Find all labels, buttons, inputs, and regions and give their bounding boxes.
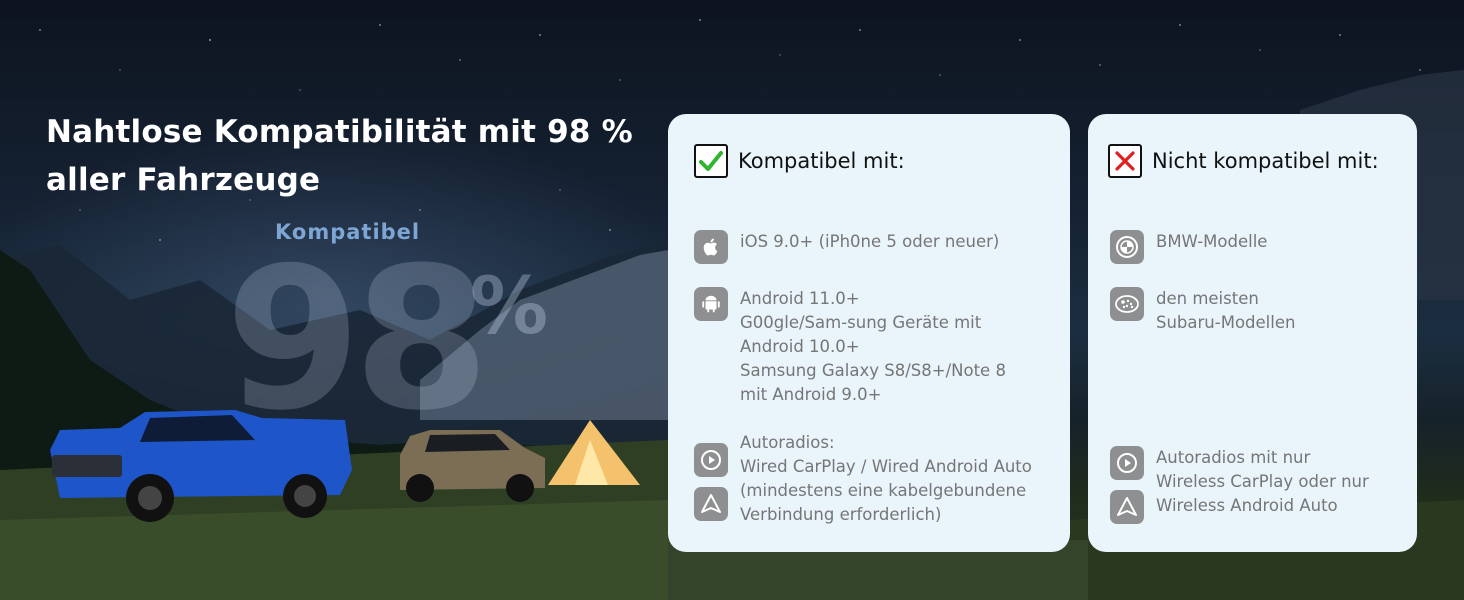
android-auto-icon [694, 487, 728, 521]
list-item-text: Autoradios: Wired CarPlay / Wired Androi… [740, 433, 1032, 524]
list-item-subaru: den meisten Subaru-Modellen [1110, 287, 1295, 335]
list-item-text: Android 11.0+ G00gle/Sam-sung Geräte mit… [740, 289, 1006, 404]
carplay-icon [1110, 446, 1144, 480]
list-item-radios: Autoradios: Wired CarPlay / Wired Androi… [694, 431, 1032, 527]
apple-icon [694, 230, 728, 264]
list-item-text: iOS 9.0+ (iPh0ne 5 oder neuer) [740, 232, 1000, 251]
carplay-icon [694, 443, 728, 477]
list-item-android: Android 11.0+ G00gle/Sam-sung Geräte mit… [694, 287, 1006, 407]
compatible-card-header: Kompatibel mit: [694, 144, 905, 178]
list-item-ios: iOS 9.0+ (iPh0ne 5 oder neuer) [694, 230, 999, 264]
android-auto-icon [1110, 490, 1144, 524]
incompatible-card-title: Nicht kompatibel mit: [1152, 149, 1379, 173]
compatible-card-title: Kompatibel mit: [738, 149, 905, 173]
subaru-logo-icon [1110, 287, 1144, 321]
list-item-bmw: BMW-Modelle [1110, 230, 1267, 264]
android-icon [694, 287, 728, 321]
check-mark-icon [694, 144, 728, 178]
bmw-logo-icon [1110, 230, 1144, 264]
incompatible-card: Nicht kompatibel mit: BMW-Modelle den me… [1088, 114, 1417, 552]
compatible-card: Kompatibel mit: iOS 9.0+ (iPh0ne 5 oder … [668, 114, 1070, 552]
cross-mark-icon [1108, 144, 1142, 178]
list-item-text: den meisten Subaru-Modellen [1156, 289, 1296, 332]
hero-title: Nahtlose Kompatibilität mit 98 % aller F… [46, 108, 646, 204]
incompatible-card-header: Nicht kompatibel mit: [1108, 144, 1379, 178]
list-item-wireless-radios: Autoradios mit nur Wireless CarPlay oder… [1110, 446, 1369, 524]
stat-unit: % [470, 262, 549, 352]
hero-title-line2: aller Fahrzeuge [46, 162, 321, 198]
list-item-text: Autoradios mit nur Wireless CarPlay oder… [1156, 448, 1369, 515]
list-item-text: BMW-Modelle [1156, 232, 1268, 251]
hero-title-line1: Nahtlose Kompatibilität mit 98 % [46, 114, 633, 150]
stat-value: 98 [225, 226, 490, 454]
